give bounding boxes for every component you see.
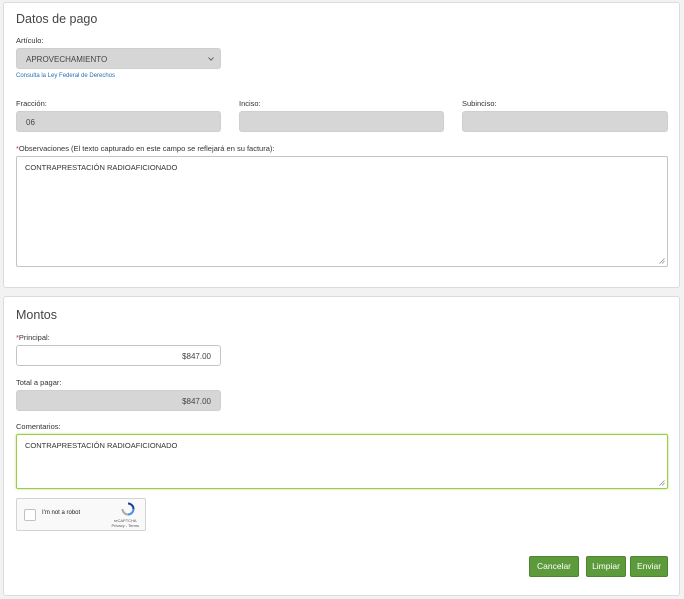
recaptcha-label: I'm not a robot <box>42 510 81 516</box>
fraccion-label: Fracción: <box>16 99 47 108</box>
subinciso-label: Subinciso: <box>462 99 497 108</box>
comentarios-label: Comentarios: <box>16 422 61 431</box>
recaptcha-logo-icon <box>121 502 135 516</box>
inciso-label: Inciso: <box>239 99 261 108</box>
datos-de-pago-title: Datos de pago <box>16 12 98 26</box>
comentarios-value: CONTRAPRESTACIÓN RADIOAFICIONADO <box>25 441 178 450</box>
observaciones-value: CONTRAPRESTACIÓN RADIOAFICIONADO <box>25 163 178 172</box>
datos-de-pago-panel: Datos de pago Artículo: APROVECHAMIENTO … <box>3 2 680 288</box>
inciso-field[interactable] <box>239 111 444 132</box>
consulta-ley-link[interactable]: Consulta la Ley Federal de Derechos <box>16 73 115 79</box>
cancelar-button[interactable]: Cancelar <box>529 556 579 577</box>
principal-label-text: Principal: <box>18 333 50 342</box>
montos-panel: Montos *Principal: $847.00 Total a pagar… <box>3 296 680 596</box>
observaciones-label-text: Observaciones (El texto capturado en est… <box>18 144 275 153</box>
limpiar-button[interactable]: Limpiar <box>586 556 626 577</box>
montos-title: Montos <box>16 308 57 322</box>
recaptcha-widget: I'm not a robot reCAPTCHA Privacy - Term… <box>16 498 146 531</box>
subinciso-field[interactable] <box>462 111 668 132</box>
total-field: $847.00 <box>16 390 221 411</box>
articulo-select-value: APROVECHAMIENTO <box>26 55 108 64</box>
observaciones-label: *Observaciones (El texto capturado en es… <box>16 144 274 153</box>
recaptcha-checkbox[interactable] <box>24 509 36 521</box>
principal-label: *Principal: <box>16 333 50 342</box>
resize-handle-icon[interactable] <box>659 258 665 264</box>
fraccion-field[interactable]: 06 <box>16 111 221 132</box>
articulo-label: Artículo: <box>16 36 44 45</box>
chevron-down-icon <box>208 57 214 61</box>
recaptcha-privacy-terms[interactable]: Privacy - Terms <box>112 523 139 528</box>
articulo-select[interactable]: APROVECHAMIENTO <box>16 48 221 69</box>
total-label: Total a pagar: <box>16 378 62 387</box>
enviar-button[interactable]: Enviar <box>630 556 668 577</box>
recaptcha-brand: reCAPTCHA Privacy - Terms <box>112 518 139 528</box>
comentarios-textarea[interactable]: CONTRAPRESTACIÓN RADIOAFICIONADO <box>16 434 668 489</box>
resize-handle-icon[interactable] <box>659 480 665 486</box>
observaciones-textarea[interactable]: CONTRAPRESTACIÓN RADIOAFICIONADO <box>16 156 668 267</box>
principal-input[interactable]: $847.00 <box>16 345 221 366</box>
